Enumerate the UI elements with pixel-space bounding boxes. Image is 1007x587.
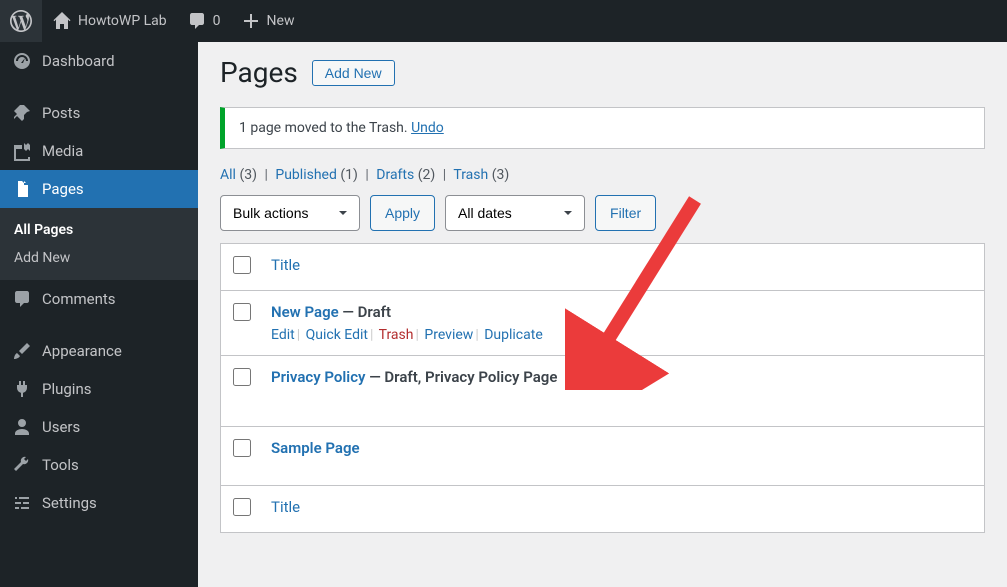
pages-icon <box>12 179 32 199</box>
undo-link[interactable]: Undo <box>411 120 444 136</box>
new-label: New <box>267 13 295 29</box>
sidebar-item-posts[interactable]: Posts <box>0 94 198 132</box>
brush-icon <box>12 341 32 361</box>
page-title: Pages <box>220 56 298 89</box>
site-name-text: HowtoWP Lab <box>78 13 167 29</box>
sidebar-submenu-pages: All Pages Add New <box>0 208 198 280</box>
table-row: New Page — Draft Edit| Quick Edit| Trash… <box>221 291 985 356</box>
comment-icon <box>187 11 207 31</box>
sidebar-item-users[interactable]: Users <box>0 408 198 446</box>
notice-text: 1 page moved to the Trash. <box>239 120 411 136</box>
sidebar-item-plugins[interactable]: Plugins <box>0 370 198 408</box>
plug-icon <box>12 379 32 399</box>
sidebar-item-pages[interactable]: Pages <box>0 170 198 208</box>
page-title-link[interactable]: New Page <box>271 303 339 321</box>
sidebar-item-label: Pages <box>42 180 84 198</box>
row-actions: Edit| Quick Edit| Trash| Preview| Duplic… <box>271 327 974 343</box>
pin-icon <box>12 103 32 123</box>
trash-link[interactable]: Trash <box>379 327 414 343</box>
sidebar-item-label: Plugins <box>42 380 91 398</box>
sidebar-item-dashboard[interactable]: Dashboard <box>0 42 198 80</box>
select-all-checkbox[interactable] <box>233 256 251 274</box>
table-row: Privacy Policy — Draft, Privacy Policy P… <box>221 356 985 427</box>
wrench-icon <box>12 455 32 475</box>
apply-button[interactable]: Apply <box>370 195 435 231</box>
pages-table: Title New Page — Draft Edit| Quick Edit|… <box>220 243 985 533</box>
sidebar-subitem-add-new[interactable]: Add New <box>0 244 198 272</box>
row-checkbox[interactable] <box>233 368 251 386</box>
sidebar-subitem-all-pages[interactable]: All Pages <box>0 216 198 244</box>
sidebar-item-label: Appearance <box>42 342 122 360</box>
sidebar-item-label: Comments <box>42 290 116 308</box>
date-filter-select[interactable]: All dates <box>445 195 585 231</box>
row-checkbox[interactable] <box>233 439 251 457</box>
comments-count: 0 <box>213 13 221 29</box>
sidebar-item-label: Users <box>42 418 80 436</box>
page-title-link[interactable]: Sample Page <box>271 439 360 457</box>
site-name-link[interactable]: HowtoWP Lab <box>42 0 177 42</box>
filter-all[interactable]: All <box>220 167 236 183</box>
edit-link[interactable]: Edit <box>271 327 295 343</box>
quick-edit-link[interactable]: Quick Edit <box>306 327 368 343</box>
select-all-checkbox-footer[interactable] <box>233 498 251 516</box>
comments-link[interactable]: 0 <box>177 0 231 42</box>
table-row: Sample Page <box>221 427 985 486</box>
sidebar-item-comments[interactable]: Comments <box>0 280 198 318</box>
title-column-header[interactable]: Title <box>271 256 300 274</box>
preview-link[interactable]: Preview <box>424 327 473 343</box>
sidebar-item-settings[interactable]: Settings <box>0 484 198 522</box>
add-new-button[interactable]: Add New <box>312 60 395 86</box>
media-icon <box>12 141 32 161</box>
post-state: — Draft <box>339 303 391 321</box>
sidebar-item-label: Media <box>42 142 83 160</box>
admin-toolbar: HowtoWP Lab 0 New <box>0 0 1007 42</box>
row-checkbox[interactable] <box>233 303 251 321</box>
admin-sidebar: Dashboard Posts Media Pages All Pages Ad… <box>0 42 198 587</box>
duplicate-link[interactable]: Duplicate <box>484 327 543 343</box>
home-icon <box>52 11 72 31</box>
content-area: Pages Add New 1 page moved to the Trash.… <box>198 42 1007 547</box>
bulk-actions-select[interactable]: Bulk actions <box>220 195 360 231</box>
sidebar-item-media[interactable]: Media <box>0 132 198 170</box>
sidebar-item-appearance[interactable]: Appearance <box>0 332 198 370</box>
sidebar-item-label: Tools <box>42 456 79 474</box>
sidebar-item-label: Settings <box>42 494 97 512</box>
filter-published[interactable]: Published <box>275 167 336 183</box>
sliders-icon <box>12 493 32 513</box>
filter-button[interactable]: Filter <box>595 195 656 231</box>
wp-logo-menu[interactable] <box>0 0 42 42</box>
filter-drafts[interactable]: Drafts <box>376 167 414 183</box>
plus-icon <box>241 11 261 31</box>
wordpress-logo-icon <box>10 10 32 32</box>
new-content-link[interactable]: New <box>231 0 305 42</box>
status-filter-links: All (3) | Published (1) | Drafts (2) | T… <box>220 167 985 183</box>
page-title-link[interactable]: Privacy Policy <box>271 368 365 386</box>
sidebar-item-label: Posts <box>42 104 80 122</box>
trash-notice: 1 page moved to the Trash. Undo <box>220 107 985 149</box>
user-icon <box>12 417 32 437</box>
dashboard-icon <box>12 51 32 71</box>
comment-icon <box>12 289 32 309</box>
sidebar-item-tools[interactable]: Tools <box>0 446 198 484</box>
post-state: — Draft, Privacy Policy Page <box>365 368 557 386</box>
sidebar-item-label: Dashboard <box>42 52 115 70</box>
filter-trash[interactable]: Trash <box>453 167 488 183</box>
title-column-footer[interactable]: Title <box>271 498 300 516</box>
